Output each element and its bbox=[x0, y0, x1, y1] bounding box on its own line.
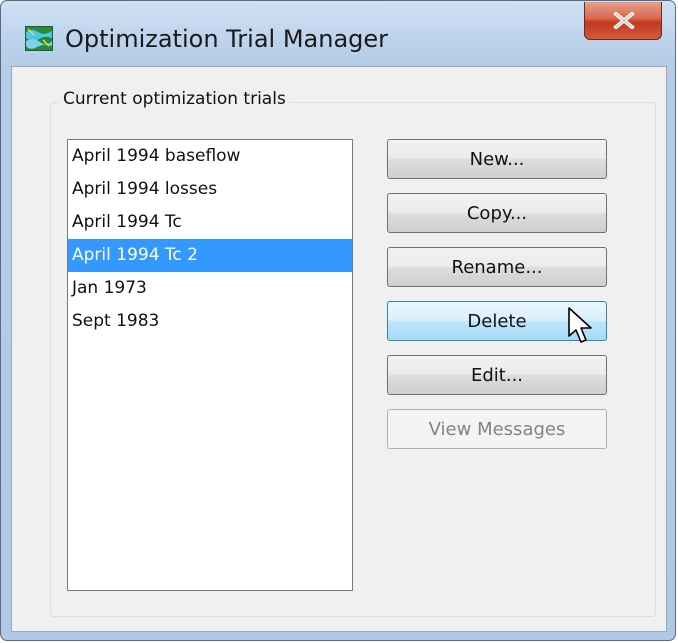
window-title: Optimization Trial Manager bbox=[65, 25, 389, 53]
new-button[interactable]: New... bbox=[387, 139, 607, 179]
list-item[interactable]: April 1994 baseflow bbox=[68, 140, 352, 173]
copy-button[interactable]: Copy... bbox=[387, 193, 607, 233]
dialog-window: Optimization Trial Manager Current optim… bbox=[0, 0, 676, 641]
list-item[interactable]: Sept 1983 bbox=[68, 305, 352, 338]
dialog-body: Current optimization trials April 1994 b… bbox=[11, 66, 667, 632]
title-bar[interactable]: Optimization Trial Manager bbox=[1, 1, 675, 71]
close-icon bbox=[613, 12, 635, 29]
list-item[interactable]: Jan 1973 bbox=[68, 272, 352, 305]
map-icon bbox=[25, 26, 53, 51]
view-messages-button: View Messages bbox=[387, 409, 607, 449]
close-button[interactable] bbox=[584, 2, 662, 40]
delete-button[interactable]: Delete bbox=[387, 301, 607, 341]
list-item-selected[interactable]: April 1994 Tc 2 bbox=[68, 239, 352, 272]
trials-group: Current optimization trials April 1994 b… bbox=[50, 89, 656, 617]
list-item[interactable]: April 1994 Tc bbox=[68, 206, 352, 239]
list-item[interactable]: April 1994 losses bbox=[68, 173, 352, 206]
rename-button[interactable]: Rename... bbox=[387, 247, 607, 287]
group-label: Current optimization trials bbox=[59, 89, 290, 109]
edit-button[interactable]: Edit... bbox=[387, 355, 607, 395]
trials-listbox[interactable]: April 1994 baseflow April 1994 losses Ap… bbox=[67, 139, 353, 591]
